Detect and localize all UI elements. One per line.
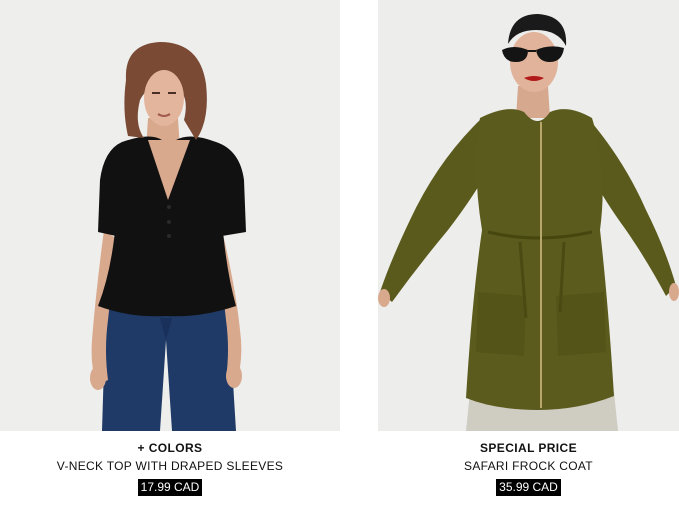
product-grid: + COLORS V-NECK TOP WITH DRAPED SLEEVES … xyxy=(0,0,679,506)
product-info: SPECIAL PRICE SAFARI FROCK COAT 35.99 CA… xyxy=(378,440,679,496)
product-image[interactable] xyxy=(378,0,679,431)
product-card: SPECIAL PRICE SAFARI FROCK COAT 35.99 CA… xyxy=(378,0,679,506)
price-tag: 17.99 CAD xyxy=(137,479,203,496)
product-info: + COLORS V-NECK TOP WITH DRAPED SLEEVES … xyxy=(0,440,340,496)
product-photo-illustration xyxy=(378,0,679,431)
product-card: + COLORS V-NECK TOP WITH DRAPED SLEEVES … xyxy=(0,0,340,506)
product-name[interactable]: V-NECK TOP WITH DRAPED SLEEVES xyxy=(0,459,340,474)
product-badge: SPECIAL PRICE xyxy=(480,441,577,455)
product-name[interactable]: SAFARI FROCK COAT xyxy=(378,459,679,474)
product-photo-illustration xyxy=(0,0,340,431)
price-tag: 35.99 CAD xyxy=(496,479,561,496)
product-image[interactable] xyxy=(0,0,340,431)
product-badge: + COLORS xyxy=(137,441,203,455)
